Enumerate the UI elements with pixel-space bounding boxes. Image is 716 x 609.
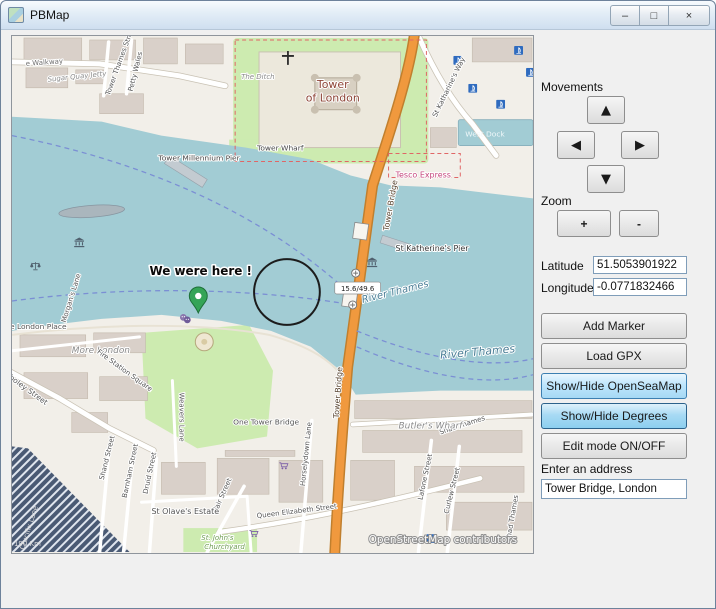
map-label: Tower	[316, 78, 349, 91]
close-button[interactable]: ×	[668, 5, 710, 26]
latitude-input[interactable]	[593, 256, 687, 274]
caption-buttons: – □ ×	[611, 5, 710, 26]
address-label: Enter an address	[541, 462, 632, 476]
titlebar[interactable]: PBMap – □ ×	[1, 1, 715, 30]
app-window: PBMap – □ ×	[0, 0, 716, 609]
map-label: Weavers Lane	[177, 393, 185, 442]
map-label: Butler's Wharf	[399, 421, 465, 431]
move-left-button[interactable]: ◀	[557, 131, 595, 159]
map-label: Tower Wharf	[256, 144, 304, 153]
toggle-degrees-button[interactable]: Show/Hide Degrees	[541, 403, 687, 429]
bandstand-icon	[195, 333, 213, 351]
map-label: We were here !	[149, 264, 251, 278]
latitude-label: Latitude	[541, 259, 584, 273]
map-label: Tower Millennium Pier	[157, 154, 240, 163]
edit-mode-button[interactable]: Edit mode ON/OFF	[541, 433, 687, 459]
map-canvas[interactable]: e WalkwaySugar Quay JettyTower Thames St…	[11, 35, 534, 554]
marina-icon	[514, 46, 523, 55]
map-label: St. John's	[201, 534, 234, 542]
move-right-button[interactable]: ▶	[621, 131, 659, 159]
map-label: Tesco Express	[395, 170, 451, 179]
move-up-button[interactable]: ▲	[587, 96, 625, 124]
map-label: One Tower Bridge	[233, 417, 299, 426]
map-label: Churchyard	[204, 543, 245, 551]
zoom-in-button[interactable]: +	[557, 210, 611, 237]
longitude-label: Longitude	[541, 281, 594, 295]
address-input[interactable]	[541, 479, 687, 499]
map-label: OpenStreetMap contributors	[369, 534, 517, 546]
load-gpx-button[interactable]: Load GPX	[541, 343, 687, 369]
movements-label: Movements	[541, 80, 603, 94]
zoom-out-button[interactable]: -	[619, 210, 659, 237]
map-label: St Olave's Estate	[151, 507, 219, 516]
map-label: West Dock	[465, 130, 505, 139]
bridge-tower-north	[353, 222, 369, 240]
longitude-input[interactable]	[593, 278, 687, 296]
map-label: The Ditch	[241, 73, 274, 81]
marina-icon	[468, 84, 477, 93]
app-icon	[8, 7, 24, 23]
marina-icon	[526, 68, 533, 77]
map-label: 190 Km	[14, 540, 41, 548]
map-label: More London Place	[12, 322, 67, 331]
toggle-openseamap-button[interactable]: Show/Hide OpenSeaMap	[541, 373, 687, 399]
window-title: PBMap	[30, 8, 69, 22]
marina-icon	[496, 100, 505, 109]
minimize-button[interactable]: –	[610, 5, 640, 26]
map-label: of London	[306, 92, 360, 105]
move-down-button[interactable]: ▼	[587, 165, 625, 193]
add-marker-button[interactable]: Add Marker	[541, 313, 687, 339]
maximize-button[interactable]: □	[639, 5, 669, 26]
zoom-label: Zoom	[541, 194, 572, 208]
map-label: 15.6/49.6	[341, 285, 374, 293]
map-label: St Katherine's Pier	[396, 244, 470, 253]
